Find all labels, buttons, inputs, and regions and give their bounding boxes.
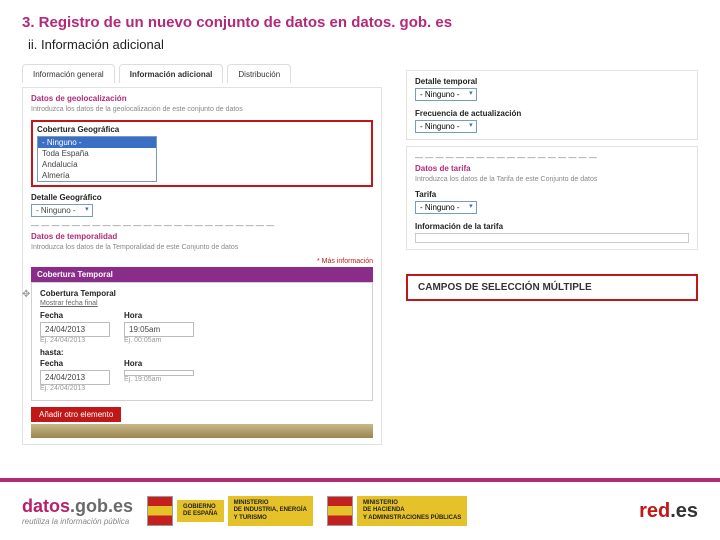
gov-text-ministerio-hacienda: MINISTERIO DE HACIENDA Y ADMINISTRACIONE…: [357, 496, 467, 526]
drag-handle-icon[interactable]: ✥: [22, 289, 30, 300]
label-hora: Hora: [124, 311, 194, 320]
logo-datos-gob: datos.gob.es reutiliza la información pú…: [22, 496, 133, 526]
form-tabs: Información general Información adiciona…: [22, 64, 382, 83]
label-fecha-fin: Fecha: [40, 359, 110, 368]
hint-fecha-inicio: Ej. 24/04/2013: [40, 337, 110, 344]
toggle-mostrar-fecha[interactable]: Mostrar fecha final: [40, 300, 364, 307]
shield-icon: [147, 496, 173, 526]
hint-fecha-fin: Ej. 24/04/2013: [40, 385, 110, 392]
listbox-cobertura-geografica[interactable]: - Ninguno - Toda España Andalucía Almerí…: [37, 136, 157, 182]
listbox-option[interactable]: Andalucía: [38, 159, 156, 170]
gov-text-gobierno: GOBIERNO DE ESPAÑA: [177, 500, 224, 522]
logo-gobierno-espana: GOBIERNO DE ESPAÑA MINISTERIO DE INDUSTR…: [147, 496, 313, 526]
geoloc-desc: Introduzca los datos de la geolocalizaci…: [31, 105, 373, 114]
callout-multiple-selection: CAMPOS DE SELECCIÓN MÚLTIPLE: [406, 274, 698, 301]
tab-general[interactable]: Información general: [22, 64, 115, 83]
label-cobertura-geografica: Cobertura Geográfica: [37, 125, 367, 134]
section-temporalidad: Datos de temporalidad: [31, 232, 373, 241]
select-frecuencia[interactable]: - Ninguno -: [415, 120, 477, 133]
label-info-tarifa: Información de la tarifa: [415, 222, 689, 231]
label-cobertura-temporal: Cobertura Temporal: [40, 289, 364, 298]
select-detalle-geografico[interactable]: - Ninguno -: [31, 204, 93, 217]
label-hasta: hasta:: [40, 348, 364, 357]
hint-hora-fin: Ej. 19:05am: [124, 376, 194, 383]
temporalidad-desc: Introduzca los datos de la Temporalidad …: [31, 243, 373, 252]
select-detalle-temporal[interactable]: - Ninguno -: [415, 88, 477, 101]
listbox-option[interactable]: - Ninguno -: [38, 137, 156, 148]
label-detalle-geografico: Detalle Geográfico: [31, 193, 373, 202]
logo-ministerio-hacienda: MINISTERIO DE HACIENDA Y ADMINISTRACIONE…: [327, 496, 467, 526]
hint-hora-inicio: Ej. 00:05am: [124, 337, 194, 344]
footer: datos.gob.es reutiliza la información pú…: [0, 478, 720, 540]
label-detalle-temporal: Detalle temporal: [415, 77, 689, 86]
input-hora-inicio[interactable]: 19:05am: [124, 322, 194, 337]
listbox-option[interactable]: Almería: [38, 170, 156, 181]
input-fecha-fin[interactable]: 24/04/2013: [40, 370, 110, 385]
slide-title: 3. Registro de un nuevo conjunto de dato…: [22, 14, 698, 31]
highlight-cobertura-geografica: Cobertura Geográfica - Ninguno - Toda Es…: [31, 120, 373, 187]
required-hint: * Más información: [31, 258, 373, 265]
select-tarifa[interactable]: - Ninguno -: [415, 201, 477, 214]
tab-distribucion[interactable]: Distribución: [227, 64, 291, 83]
divider: — — — — — — — — — — — — — — — — — — — — …: [31, 221, 373, 230]
right-screenshot: Detalle temporal - Ninguno - Frecuencia …: [406, 70, 698, 301]
gov-text-ministerio-industria: MINISTERIO DE INDUSTRIA, ENERGÍA Y TURIS…: [228, 496, 313, 526]
slide-subtitle: ii. Información adicional: [28, 37, 698, 52]
divider: — — — — — — — — — — — — — — — — — —: [415, 153, 689, 162]
label-hora-fin: Hora: [124, 359, 194, 368]
section-tarifa: Datos de tarifa: [415, 164, 689, 173]
section-geolocalizacion: Datos de geolocalización: [31, 94, 373, 103]
shield-icon: [327, 496, 353, 526]
tarifa-desc: Introduzca los datos de la Tarifa de est…: [415, 175, 689, 184]
add-another-button[interactable]: Añadir otro elemento: [31, 407, 121, 422]
label-tarifa: Tarifa: [415, 190, 689, 199]
left-screenshot: Información general Información adiciona…: [22, 64, 382, 445]
label-fecha: Fecha: [40, 311, 110, 320]
bottom-plank: [31, 424, 373, 438]
logo-red-es: red.es: [639, 500, 698, 523]
tab-adicional[interactable]: Información adicional: [119, 64, 224, 83]
header-cobertura-temporal: Cobertura Temporal: [31, 267, 373, 282]
listbox-option[interactable]: Toda España: [38, 148, 156, 159]
input-info-tarifa[interactable]: [415, 233, 689, 243]
input-fecha-inicio[interactable]: 24/04/2013: [40, 322, 110, 337]
label-frecuencia: Frecuencia de actualización: [415, 109, 689, 118]
